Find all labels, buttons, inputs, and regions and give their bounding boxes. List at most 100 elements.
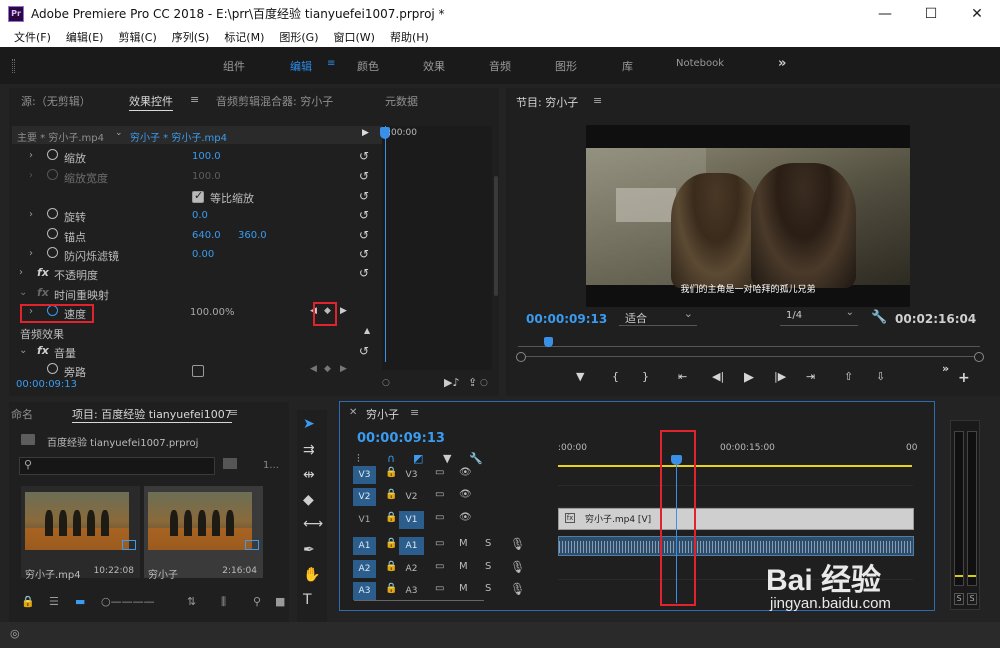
track-target[interactable]: V3 — [353, 466, 376, 484]
vertical-scrollbar[interactable] — [494, 176, 498, 296]
master-clip-selector[interactable]: 主要 * 穷小子.mp4 — [17, 129, 104, 144]
menu-clip[interactable]: 剪辑(C) — [118, 29, 156, 45]
track-target[interactable]: V2 — [353, 488, 376, 506]
microphone-icon[interactable]: 🎙 — [510, 537, 525, 551]
go-to-in-icon[interactable]: ⇤ — [678, 370, 687, 383]
mute-button[interactable]: M — [459, 561, 468, 572]
source-patch[interactable]: A1 — [399, 537, 424, 555]
video-clip[interactable]: fx 穷小子.mp4 [V] — [558, 508, 914, 530]
audio-clip[interactable] — [558, 536, 914, 556]
settings-wrench-icon[interactable]: 🔧 — [871, 310, 887, 325]
expand-chevron-icon[interactable]: › — [19, 267, 23, 278]
project-sequence[interactable]: 穷小子 2:16:04 — [144, 486, 263, 581]
close-window-button[interactable]: ✕ — [954, 0, 1000, 27]
rotation-value[interactable]: 0.0 — [192, 210, 208, 221]
tab-effect-controls[interactable]: 效果控件 — [129, 93, 173, 111]
eye-icon[interactable]: 👁 — [459, 512, 472, 523]
stopwatch-icon[interactable] — [47, 363, 58, 374]
lock-icon[interactable]: 🔒 — [385, 467, 397, 478]
close-sequence-icon[interactable]: ✕ — [349, 407, 357, 418]
lock-icon[interactable]: 🔒 — [385, 583, 397, 594]
lock-icon[interactable]: 🔒 — [385, 561, 397, 572]
collapse-chevron-icon[interactable]: ⌄ — [19, 345, 27, 356]
reset-icon[interactable]: ↺ — [359, 149, 369, 163]
icon-view-icon[interactable]: ▬ — [75, 595, 85, 608]
panel-menu-icon[interactable]: ≡ — [593, 94, 602, 107]
automate-icon[interactable]: ⫼ — [221, 595, 226, 609]
reset-icon[interactable]: ↺ — [359, 266, 369, 280]
zoom-handle-icon[interactable]: ○ — [480, 378, 488, 388]
panel-menu-icon[interactable]: ≡ — [229, 406, 238, 419]
pen-tool-icon[interactable]: ✒ — [303, 542, 315, 558]
anchor-y-value[interactable]: 360.0 — [238, 230, 267, 241]
tab-audio-clip-mixer[interactable]: 音频剪辑混合器: 穷小子 — [216, 93, 333, 109]
speed-value[interactable]: 100.00% — [190, 307, 235, 318]
current-time[interactable]: 00:00:09:13 — [16, 379, 77, 390]
mark-in-icon[interactable]: { — [612, 370, 619, 383]
chevron-down-icon[interactable]: ⌄ — [115, 128, 123, 138]
sync-lock-icon[interactable]: ▭ — [435, 467, 444, 478]
menu-window[interactable]: 窗口(W) — [334, 29, 375, 45]
play-audio-icon[interactable]: ▶♪ — [444, 376, 459, 389]
workspace-tab-assembly[interactable]: 组件 — [223, 58, 245, 74]
tab-naming[interactable]: 命名 — [11, 406, 33, 422]
menu-graphics[interactable]: 图形(G) — [279, 29, 318, 45]
lift-icon[interactable]: ⇧ — [844, 370, 853, 383]
eye-icon[interactable]: 👁 — [459, 467, 472, 478]
lock-icon[interactable]: 🔒 — [385, 512, 397, 523]
lock-icon[interactable]: 🔒 — [21, 595, 35, 608]
solo-button[interactable]: S — [485, 583, 491, 594]
track-target[interactable]: A3 — [353, 582, 376, 600]
play-only-audio-icon[interactable]: ▶ — [362, 128, 369, 138]
step-forward-icon[interactable]: |▶ — [774, 370, 786, 383]
sync-lock-icon[interactable]: ▭ — [435, 583, 444, 594]
zoom-handle-icon[interactable]: ○ — [382, 378, 390, 388]
add-button-icon[interactable]: + — [958, 370, 970, 386]
source-patch[interactable]: V2 — [399, 488, 424, 506]
menu-file[interactable]: 文件(F) — [14, 29, 51, 45]
razor-tool-icon[interactable]: ◆ — [303, 492, 314, 508]
scale-value[interactable]: 100.0 — [192, 151, 221, 162]
stopwatch-icon[interactable] — [47, 149, 58, 160]
microphone-icon[interactable]: 🎙 — [510, 560, 525, 574]
expand-chevron-icon[interactable]: › — [29, 150, 33, 161]
track-lane[interactable] — [558, 464, 913, 486]
source-patch[interactable]: V3 — [399, 466, 424, 484]
minimize-button[interactable]: — — [862, 0, 908, 27]
microphone-icon[interactable]: 🎙 — [510, 582, 525, 596]
effect-controls-timeline[interactable]: :00:00 — [380, 126, 492, 370]
reset-icon[interactable]: ↺ — [359, 247, 369, 261]
program-timecode[interactable]: 00:00:09:13 — [526, 312, 607, 326]
timeline-timecode[interactable]: 00:00:09:13 — [357, 431, 445, 446]
play-icon[interactable]: ▶ — [744, 370, 754, 385]
menu-help[interactable]: 帮助(H) — [390, 29, 429, 45]
tab-source[interactable]: 源:（无剪辑） — [21, 93, 91, 109]
reset-icon[interactable]: ↺ — [359, 228, 369, 242]
mark-out-icon[interactable]: } — [642, 370, 649, 383]
sync-lock-icon[interactable]: ▭ — [435, 489, 444, 500]
previous-keyframe-icon[interactable]: ◀ — [310, 364, 317, 374]
stopwatch-icon[interactable] — [47, 228, 58, 239]
collapse-chevron-icon[interactable]: ⌄ — [19, 287, 27, 298]
list-view-icon[interactable]: ☰ — [49, 595, 59, 608]
project-search-input[interactable]: ⚲ — [19, 457, 215, 475]
uniform-scale-checkbox[interactable] — [192, 189, 204, 203]
sequence-tab[interactable]: 穷小子 — [366, 406, 399, 422]
export-frame-icon[interactable]: ⇪ — [468, 376, 477, 389]
expand-chevron-icon[interactable]: › — [29, 209, 33, 220]
bypass-checkbox[interactable] — [192, 365, 204, 377]
menu-edit[interactable]: 编辑(E) — [66, 29, 104, 45]
workspace-tab-graphics[interactable]: 图形 — [555, 58, 577, 74]
playback-resolution-select[interactable]: 1/4 — [780, 307, 858, 326]
sync-lock-icon[interactable]: ▭ — [435, 512, 444, 523]
sort-icon[interactable]: ⇅ — [187, 595, 196, 608]
more-controls-icon[interactable]: » — [942, 362, 949, 375]
next-keyframe-icon[interactable]: ▶ — [340, 306, 347, 316]
workspace-tab-color[interactable]: 颜色 — [357, 58, 379, 74]
workspace-tab-editing[interactable]: 编辑 — [290, 58, 312, 74]
track-target[interactable]: V1 — [353, 511, 376, 529]
solo-button[interactable]: S — [485, 561, 491, 572]
source-patch[interactable]: A3 — [399, 582, 424, 600]
stopwatch-icon[interactable] — [47, 208, 58, 219]
mute-button[interactable]: M — [459, 583, 468, 594]
